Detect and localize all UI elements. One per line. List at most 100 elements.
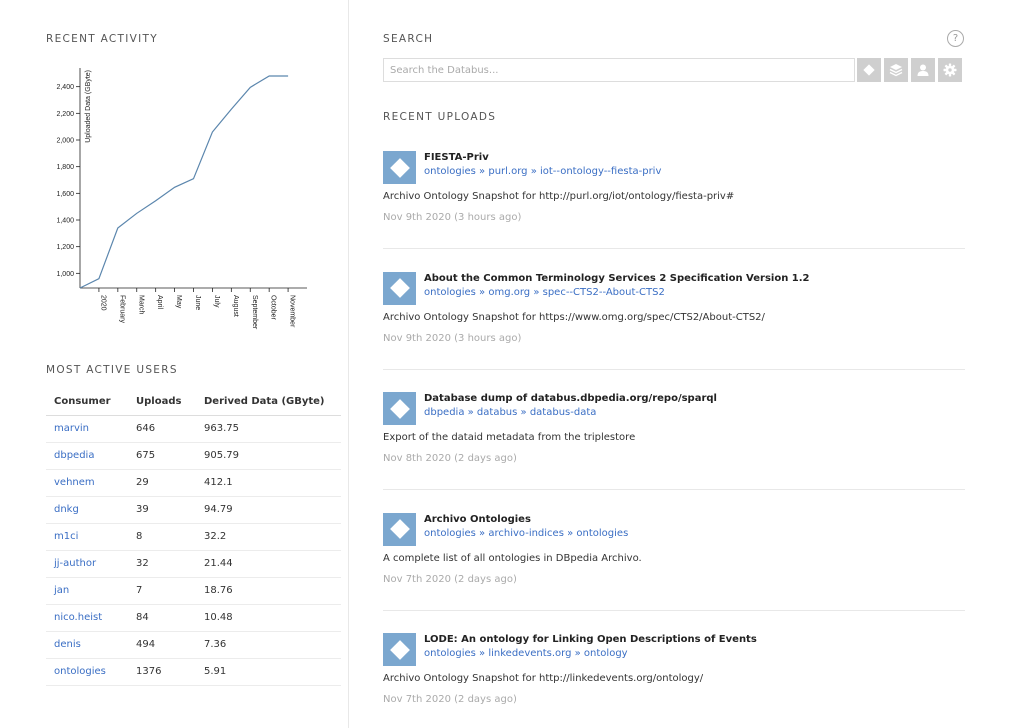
upload-path-link[interactable]: ontologies » purl.org » iot--ontology--f… xyxy=(424,166,661,177)
table-row: jan 7 18.76 xyxy=(46,577,341,605)
derived-data-cell: 32.2 xyxy=(196,523,341,551)
upload-divider xyxy=(383,609,965,611)
table-row: marvin 646 963.75 xyxy=(46,415,341,443)
right-panel: SEARCH ? RECENT UPLOADS FIE xyxy=(350,0,1024,728)
recent-uploads-heading: RECENT UPLOADS xyxy=(383,111,497,123)
upload-title[interactable]: About the Common Terminology Services 2 … xyxy=(424,273,810,284)
upload-thumbnail[interactable] xyxy=(383,271,416,305)
uploads-cell: 32 xyxy=(128,550,196,578)
derived-data-cell: 10.48 xyxy=(196,604,341,632)
derived-data-cell: 963.75 xyxy=(196,415,341,443)
table-row: dnkg 39 94.79 xyxy=(46,496,341,524)
user-cell: vehnem xyxy=(46,469,128,497)
upload-description: A complete list of all ontologies in DBp… xyxy=(383,552,642,564)
y-tick-label: 2,000 xyxy=(56,138,74,145)
diamond-icon xyxy=(389,278,410,298)
upload-thumbnail[interactable] xyxy=(383,633,416,666)
search-input[interactable] xyxy=(383,58,855,82)
table-row: jj-author 32 21.44 xyxy=(46,550,341,578)
y-tick-label: 1,200 xyxy=(56,244,74,251)
column-header-uploads: Uploads xyxy=(128,389,196,416)
most-active-users-heading: MOST ACTIVE USERS xyxy=(46,364,178,376)
series-line xyxy=(79,75,289,289)
upload-divider xyxy=(383,368,965,370)
x-tick-label: June xyxy=(194,295,201,310)
y-tick-label: 2,200 xyxy=(56,111,74,118)
upload-description: Archivo Ontology Snapshot for http://lin… xyxy=(383,673,704,684)
table-row: ontologies 1376 5.91 xyxy=(46,658,341,686)
x-tick-label: October xyxy=(270,295,277,321)
user-cell: dnkg xyxy=(46,496,128,524)
upload-title[interactable]: Archivo Ontologies xyxy=(424,514,531,525)
user-link[interactable]: marvin xyxy=(54,423,89,434)
uploads-cell: 7 xyxy=(128,577,196,605)
diamond-icon xyxy=(389,157,410,178)
diamond-icon[interactable] xyxy=(857,58,881,82)
column-header-derived-data: Derived Data (GByte) xyxy=(196,389,341,416)
activity-chart: 1,000 1,200 1,400 1,600 1,800 2,000 2,200 2,400… xyxy=(56,68,307,330)
gear-icon[interactable] xyxy=(938,58,962,82)
upload-path-link[interactable]: ontologies » archivo-indices » ontologie… xyxy=(424,528,628,539)
upload-thumbnail[interactable] xyxy=(383,151,416,184)
user-cell: m1ci xyxy=(46,523,128,551)
user-link[interactable]: jan xyxy=(54,585,69,596)
table-row: dbpedia 675 905.79 xyxy=(46,442,341,470)
uploads-cell: 8 xyxy=(128,523,196,551)
x-tick-label: March xyxy=(137,295,144,315)
uploads-cell: 29 xyxy=(128,469,196,497)
recent-activity-heading: RECENT ACTIVITY xyxy=(46,33,158,45)
derived-data-cell: 94.79 xyxy=(196,496,341,524)
column-header-consumer: Consumer xyxy=(46,389,128,416)
upload-date: Nov 7th 2020 (2 days ago) xyxy=(383,573,517,585)
user-link[interactable]: nico.heist xyxy=(54,612,102,623)
help-icon[interactable]: ? xyxy=(947,30,964,47)
user-link[interactable]: dbpedia xyxy=(54,450,94,461)
upload-divider xyxy=(383,248,965,249)
x-tick-label: August xyxy=(232,295,239,317)
derived-data-cell: 18.76 xyxy=(196,577,341,605)
user-cell: ontologies xyxy=(46,658,128,686)
upload-divider xyxy=(383,489,965,490)
upload-path-link[interactable]: ontologies » omg.org » spec--CTS2--About… xyxy=(424,287,665,298)
y-axis-label: Uploaded Data (GByte) xyxy=(85,70,92,143)
uploads-cell: 1376 xyxy=(128,658,196,686)
upload-date: Nov 8th 2020 (2 days ago) xyxy=(383,453,517,464)
user-cell: denis xyxy=(46,631,128,659)
upload-title[interactable]: LODE: An ontology for Linking Open Descr… xyxy=(424,634,757,645)
upload-title[interactable]: Database dump of databus.dbpedia.org/rep… xyxy=(424,393,717,404)
table-row: nico.heist 84 10.48 xyxy=(46,604,341,632)
upload-path-link[interactable]: dbpedia » databus » databus-data xyxy=(424,407,596,418)
uploads-cell: 39 xyxy=(128,496,196,524)
user-link[interactable]: m1ci xyxy=(54,531,78,542)
diamond-icon xyxy=(389,398,410,419)
user-cell: nico.heist xyxy=(46,604,128,632)
upload-description: Archivo Ontology Snapshot for http://pur… xyxy=(383,191,735,202)
x-tick-label: May xyxy=(175,295,182,309)
y-tick-label: 1,400 xyxy=(56,218,74,225)
y-tick-label: 2,400 xyxy=(56,84,74,91)
derived-data-cell: 5.91 xyxy=(196,658,341,686)
derived-data-cell: 21.44 xyxy=(196,550,341,578)
upload-thumbnail[interactable] xyxy=(383,392,416,425)
search-heading: SEARCH xyxy=(383,33,434,45)
upload-path-link[interactable]: ontologies » linkedevents.org » ontology xyxy=(424,648,628,659)
user-icon[interactable] xyxy=(911,58,935,82)
user-cell: marvin xyxy=(46,415,128,443)
x-tick-label: February xyxy=(118,295,125,324)
upload-date: Nov 9th 2020 (3 hours ago) xyxy=(383,212,522,223)
user-link[interactable]: vehnem xyxy=(54,477,95,488)
y-tick-label: 1,800 xyxy=(56,164,74,171)
user-link[interactable]: ontologies xyxy=(54,666,106,677)
layers-icon[interactable] xyxy=(884,58,908,82)
upload-title[interactable]: FIESTA-Priv xyxy=(424,152,489,163)
user-link[interactable]: dnkg xyxy=(54,504,79,515)
x-tick-label: November xyxy=(289,295,296,328)
derived-data-cell: 905.79 xyxy=(196,442,341,470)
diamond-icon xyxy=(389,639,410,660)
user-link[interactable]: jj-author xyxy=(54,558,96,569)
derived-data-cell: 7.36 xyxy=(196,631,341,659)
user-link[interactable]: denis xyxy=(54,639,81,650)
users-table: Consumer Uploads Derived Data (GByte) ma… xyxy=(46,389,341,686)
upload-thumbnail[interactable] xyxy=(383,512,416,546)
upload-date: Nov 7th 2020 (2 days ago) xyxy=(383,694,517,705)
